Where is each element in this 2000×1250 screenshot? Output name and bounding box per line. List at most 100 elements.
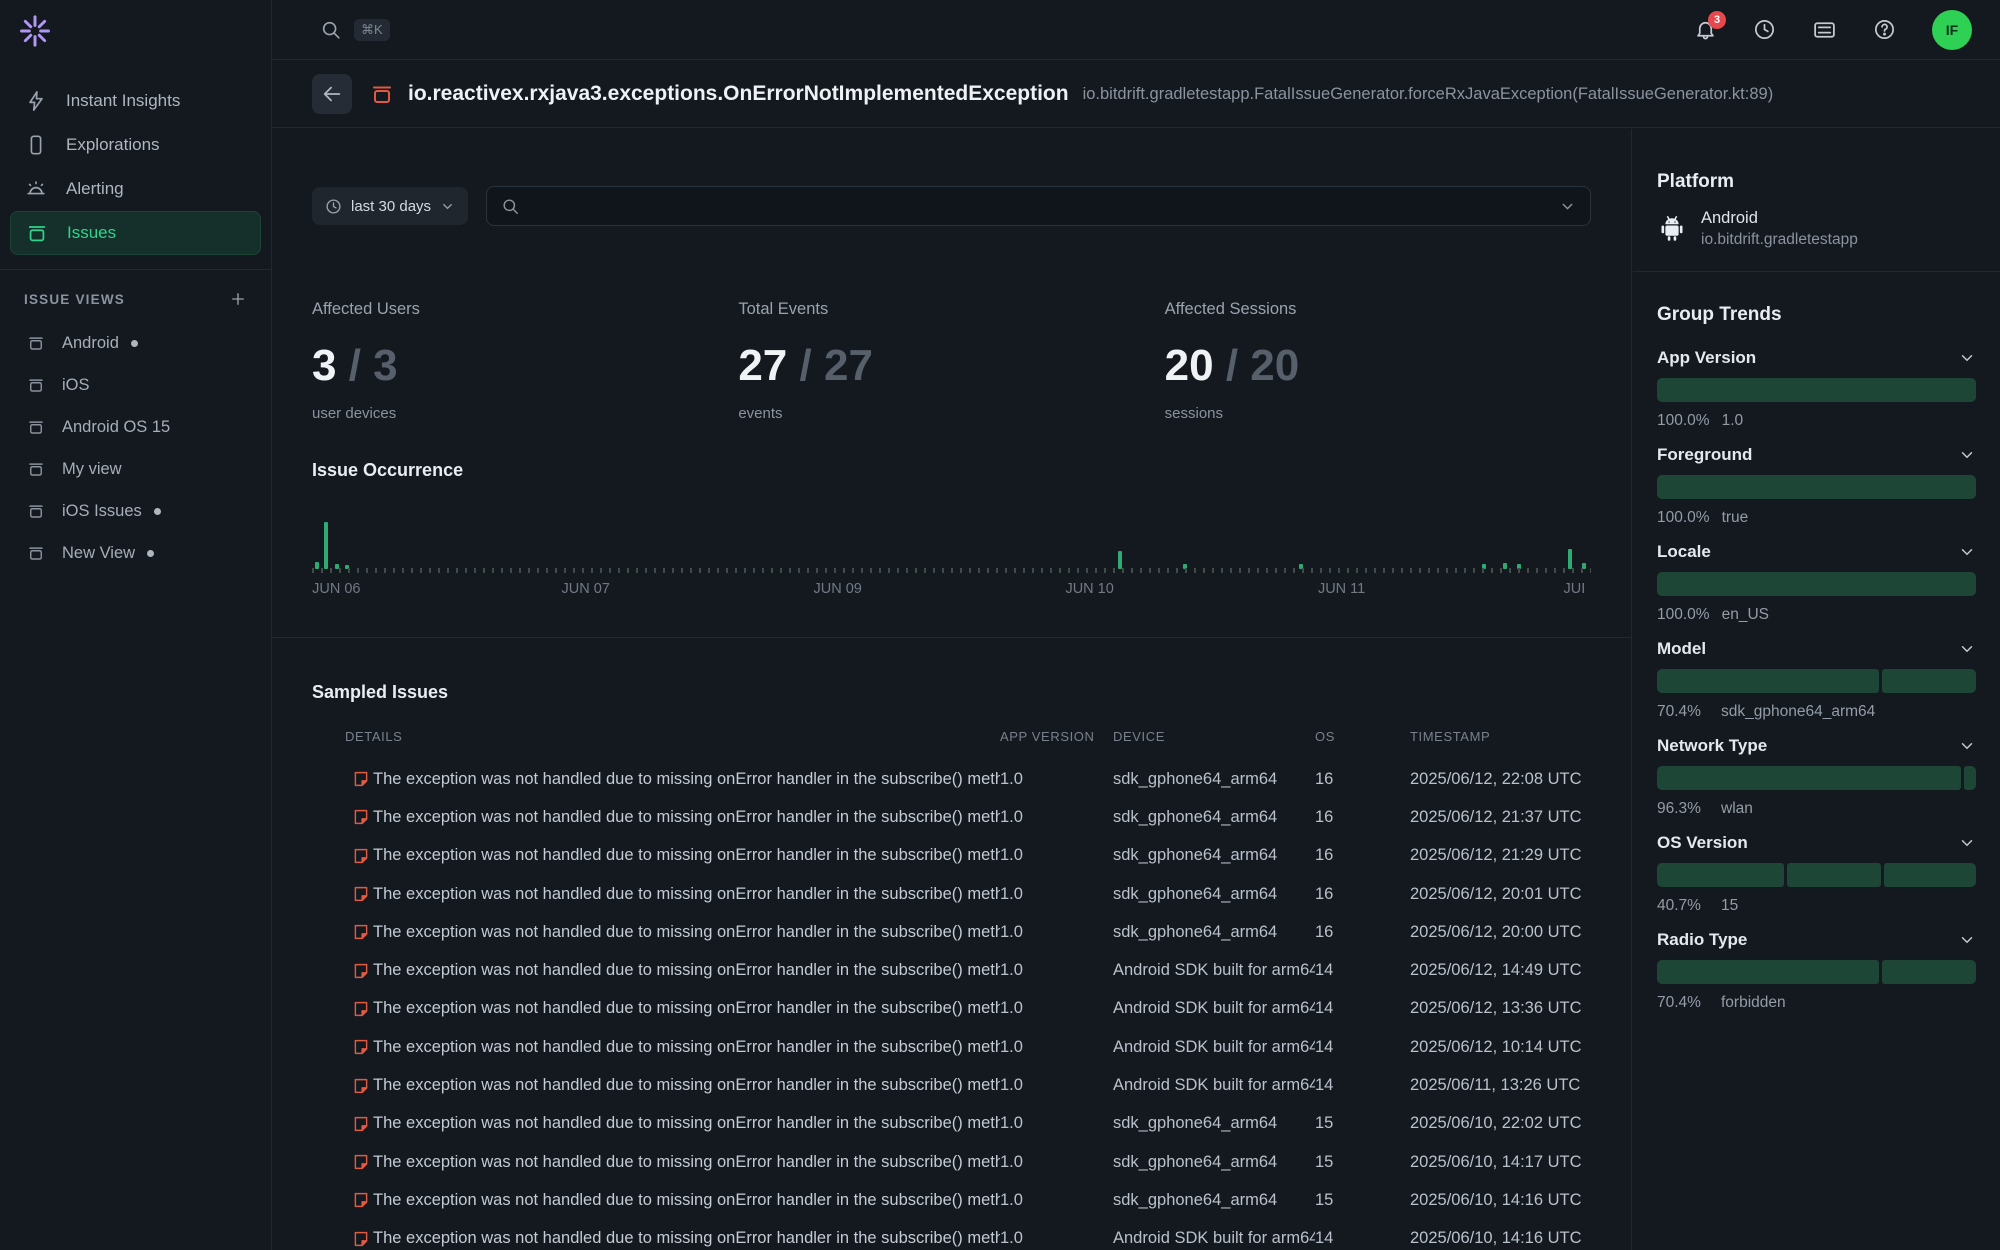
- sidebar-view-item[interactable]: Android OS 15: [0, 406, 271, 448]
- chevron-down-icon[interactable]: [1559, 198, 1576, 215]
- sidebar-view-item[interactable]: New View: [0, 532, 271, 574]
- trend-bar: [1657, 960, 1976, 984]
- axis-tick-label: JUN 11: [1318, 581, 1365, 597]
- app-version-cell: 1.0: [1000, 961, 1113, 980]
- trend-group-header[interactable]: Radio Type: [1657, 930, 1976, 950]
- issue-search-field[interactable]: [486, 186, 1591, 226]
- issue-details-cell: The exception was not handled due to mis…: [373, 999, 1000, 1018]
- table-row[interactable]: The exception was not handled due to mis…: [312, 875, 1591, 913]
- nav-item-issues[interactable]: Issues: [10, 211, 261, 255]
- chevron-down-icon: [1958, 349, 1976, 367]
- issue-details-cell: The exception was not handled due to mis…: [373, 1153, 1000, 1172]
- notifications-button[interactable]: 3: [1694, 18, 1717, 41]
- nav-label: Issues: [67, 223, 116, 243]
- sidebar-view-item[interactable]: My view: [0, 448, 271, 490]
- trend-percent: 96.3%: [1657, 800, 1709, 818]
- time-range-dropdown[interactable]: last 30 days: [312, 187, 468, 225]
- table-row[interactable]: The exception was not handled due to mis…: [312, 913, 1591, 951]
- table-row[interactable]: The exception was not handled due to mis…: [312, 990, 1591, 1028]
- platform-title: Platform: [1657, 171, 1976, 193]
- table-row[interactable]: The exception was not handled due to mis…: [312, 951, 1591, 989]
- view-label: Android OS 15: [62, 418, 170, 437]
- table-row[interactable]: The exception was not handled due to mis…: [312, 1066, 1591, 1104]
- stat-value: 20: [1165, 341, 1214, 390]
- trend-group-header[interactable]: App Version: [1657, 348, 1976, 368]
- back-button[interactable]: [312, 74, 352, 114]
- history-clock-button[interactable]: [1753, 18, 1776, 41]
- trend-percent: 100.0%: [1657, 606, 1710, 624]
- trend-percent: 70.4%: [1657, 994, 1709, 1012]
- trend-group: Radio Type 70.4%forbidden: [1657, 930, 1976, 1012]
- nav-item-explorations[interactable]: Explorations: [0, 123, 271, 167]
- issue-details-cell: The exception was not handled due to mis…: [373, 1038, 1000, 1057]
- timestamp-cell: 2025/06/10, 22:02 UTC: [1410, 1114, 1591, 1133]
- trend-group-header[interactable]: Foreground: [1657, 445, 1976, 465]
- col-timestamp: TIMESTAMP: [1410, 729, 1591, 744]
- chart-baseline: [312, 568, 1591, 573]
- axis-tick-label: JUN 09: [813, 581, 861, 597]
- chart-bar: [324, 522, 328, 569]
- table-row[interactable]: The exception was not handled due to mis…: [312, 1220, 1591, 1250]
- table-row[interactable]: The exception was not handled due to mis…: [312, 798, 1591, 836]
- add-view-button[interactable]: [229, 290, 247, 308]
- os-cell: 16: [1315, 770, 1410, 789]
- box-icon: [26, 460, 46, 478]
- trend-caption: 70.4%sdk_gphone64_arm64: [1657, 703, 1976, 721]
- trend-group-header[interactable]: Network Type: [1657, 736, 1976, 756]
- col-app-version: APP VERSION: [1000, 729, 1113, 744]
- note-icon: [348, 962, 373, 980]
- sidebar-view-item[interactable]: iOS: [0, 364, 271, 406]
- device-cell: sdk_gphone64_arm64: [1113, 846, 1315, 865]
- chevron-down-icon: [440, 199, 455, 214]
- table-row[interactable]: The exception was not handled due to mis…: [312, 760, 1591, 798]
- box-icon: [26, 376, 46, 394]
- keyboard-icon[interactable]: [1812, 17, 1837, 42]
- search-input[interactable]: [530, 198, 1549, 215]
- time-range-value: last 30 days: [351, 198, 431, 215]
- nav-item-instant-insights[interactable]: Instant Insights: [0, 79, 271, 123]
- trend-bar: [1657, 378, 1976, 402]
- timestamp-cell: 2025/06/12, 21:37 UTC: [1410, 808, 1591, 827]
- app-version-cell: 1.0: [1000, 1076, 1113, 1095]
- os-cell: 15: [1315, 1153, 1410, 1172]
- table-row[interactable]: The exception was not handled due to mis…: [312, 1181, 1591, 1219]
- os-cell: 15: [1315, 1114, 1410, 1133]
- timestamp-cell: 2025/06/12, 10:14 UTC: [1410, 1038, 1591, 1057]
- trend-caption: 96.3%wlan: [1657, 800, 1976, 818]
- trend-group-header[interactable]: OS Version: [1657, 833, 1976, 853]
- trend-group-header[interactable]: Model: [1657, 639, 1976, 659]
- timestamp-cell: 2025/06/11, 13:26 UTC: [1410, 1076, 1591, 1095]
- sidebar-view-item[interactable]: Android: [0, 322, 271, 364]
- col-os: OS: [1315, 729, 1410, 744]
- unread-dot: [147, 550, 154, 557]
- trend-label: App Version: [1657, 348, 1756, 368]
- os-cell: 16: [1315, 846, 1410, 865]
- device-cell: Android SDK built for arm64: [1113, 961, 1315, 980]
- trend-group-header[interactable]: Locale: [1657, 542, 1976, 562]
- chart-bar: [1568, 549, 1572, 569]
- table-row[interactable]: The exception was not handled due to mis…: [312, 1028, 1591, 1066]
- table-row[interactable]: The exception was not handled due to mis…: [312, 837, 1591, 875]
- issue-details-cell: The exception was not handled due to mis…: [373, 961, 1000, 980]
- sidebar-view-item[interactable]: iOS Issues: [0, 490, 271, 532]
- axis-tick-label: JUN 10: [1065, 581, 1113, 597]
- table-row[interactable]: The exception was not handled due to mis…: [312, 1143, 1591, 1181]
- stat-label: Affected Users: [312, 300, 738, 319]
- user-avatar[interactable]: IF: [1932, 10, 1972, 50]
- issue-box-icon: [370, 82, 394, 106]
- global-search[interactable]: ⌘K: [320, 19, 390, 41]
- nav-item-alerting[interactable]: Alerting: [0, 167, 271, 211]
- details-panel: Platform Android io.bitdrift.gradletesta…: [1633, 129, 2000, 1250]
- chevron-down-icon: [1958, 543, 1976, 561]
- help-button[interactable]: [1873, 18, 1896, 41]
- app-version-cell: 1.0: [1000, 1229, 1113, 1248]
- android-icon: [1657, 214, 1687, 244]
- box-icon: [26, 502, 46, 520]
- app-logo-icon[interactable]: [18, 14, 52, 48]
- trend-label: Model: [1657, 639, 1706, 659]
- issue-details-cell: The exception was not handled due to mis…: [373, 846, 1000, 865]
- table-row[interactable]: The exception was not handled due to mis…: [312, 1105, 1591, 1143]
- col-device: DEVICE: [1113, 729, 1315, 744]
- box-icon: [26, 544, 46, 562]
- note-icon: [348, 808, 373, 826]
